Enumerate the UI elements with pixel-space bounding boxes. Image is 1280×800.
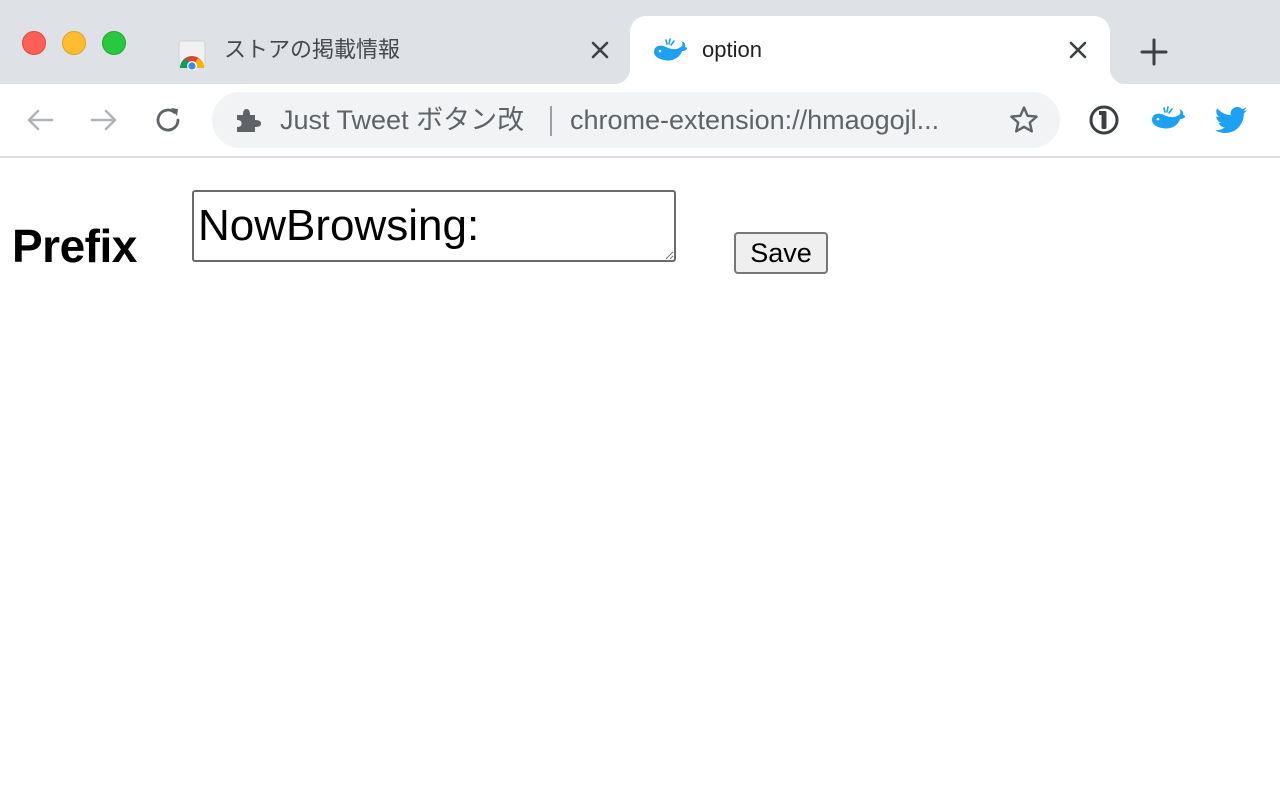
chrome-web-store-icon xyxy=(176,38,208,71)
prefix-textarea[interactable]: NowBrowsing: xyxy=(192,190,676,262)
puzzle-piece-icon xyxy=(234,106,262,134)
tab-close-icon[interactable] xyxy=(1062,34,1094,66)
twitter-bird-icon[interactable] xyxy=(1214,102,1250,138)
page-content: Prefix NowBrowsing: Save xyxy=(0,158,1280,800)
browser-toolbar: Just Tweet ボタン改 chrome-extension://hmaog… xyxy=(0,84,1280,158)
window-minimize-button[interactable] xyxy=(62,31,86,55)
prefix-label: Prefix xyxy=(12,220,137,272)
tab-option[interactable]: option xyxy=(614,16,1126,84)
url-text[interactable]: chrome-extension://hmaogojl... xyxy=(570,104,990,136)
1password-icon[interactable] xyxy=(1086,102,1122,138)
tab-store-listing[interactable]: ストアの掲載情報 xyxy=(160,16,630,84)
blue-whale-icon xyxy=(652,36,688,68)
omnibox-divider xyxy=(550,106,552,136)
blue-whale-icon[interactable] xyxy=(1150,102,1186,138)
bookmark-star-icon[interactable] xyxy=(1008,104,1040,136)
reload-icon[interactable] xyxy=(150,102,186,138)
forward-arrow-icon[interactable] xyxy=(86,102,122,138)
extension-name: Just Tweet ボタン改 xyxy=(280,105,525,135)
tab-title: ストアの掲載情報 xyxy=(224,37,401,62)
tab-title: option xyxy=(702,37,762,62)
tab-close-icon[interactable] xyxy=(584,34,616,66)
save-button[interactable]: Save xyxy=(734,232,828,274)
window-close-button[interactable] xyxy=(22,31,46,55)
window-maximize-button[interactable] xyxy=(102,31,126,55)
tab-strip: ストアの掲載情報 option xyxy=(0,0,1280,84)
address-bar[interactable]: Just Tweet ボタン改 chrome-extension://hmaog… xyxy=(212,92,1060,148)
new-tab-plus-icon[interactable] xyxy=(1134,32,1174,72)
back-arrow-icon[interactable] xyxy=(22,102,58,138)
